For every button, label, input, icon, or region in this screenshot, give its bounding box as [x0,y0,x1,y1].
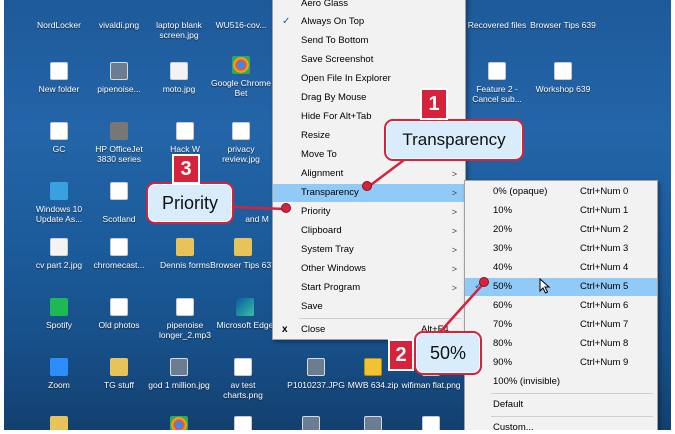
callout-pointer-dot [281,203,291,213]
callout-transparency: Transparency [384,119,524,161]
step-badge-2: 2 [388,339,414,371]
callout-connector-lines [231,147,485,333]
callout-pointer-dot [362,181,372,191]
step-badge-1: 1 [420,88,448,120]
step-badge-3: 3 [172,154,200,184]
callout-priority: Priority [146,182,234,224]
callout-fifty-percent: 50% [414,331,482,375]
desktop: 5 NordLocker vivaldi.png laptop blank sc… [0,0,675,434]
callout-pointer-dot [479,277,489,287]
